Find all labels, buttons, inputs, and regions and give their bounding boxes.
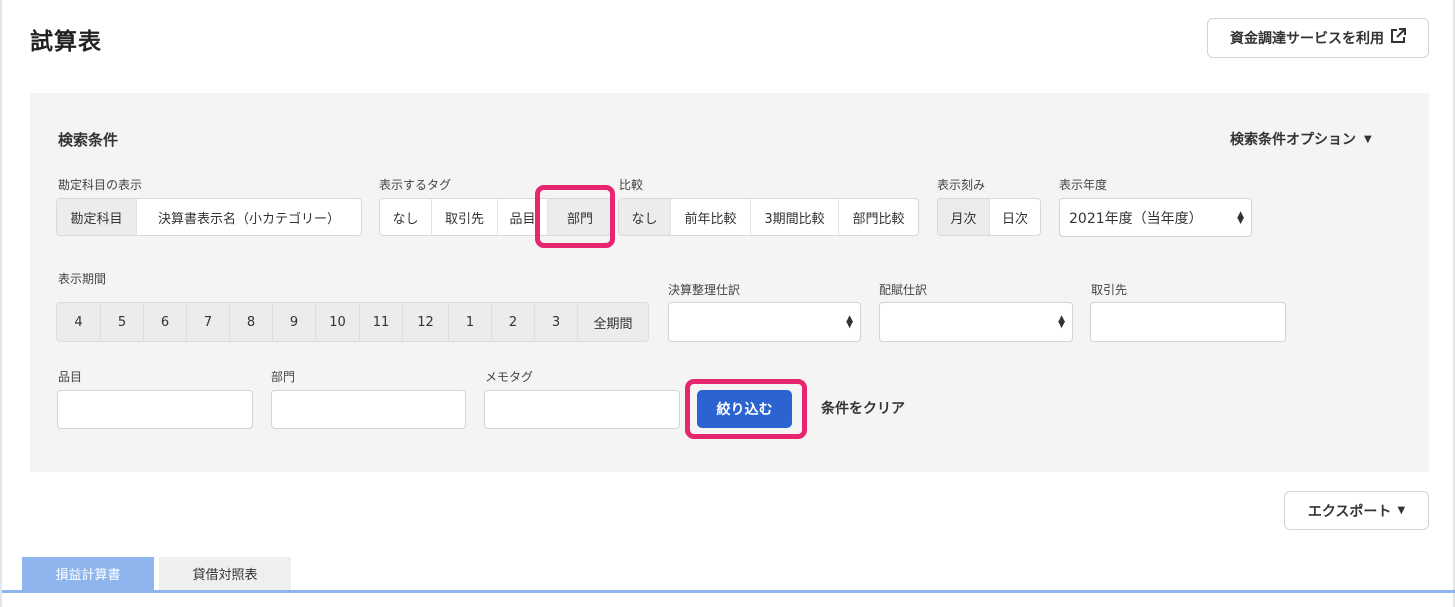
allocation-entry-label: 配賦仕訳 [879, 283, 928, 297]
display-tag-option-none[interactable]: なし [380, 199, 432, 235]
display-tag-label: 表示するタグ [379, 178, 452, 192]
select-caret-icon: ▲ ▼ [1058, 314, 1065, 330]
display-tag-option-department[interactable]: 部門 [548, 199, 612, 235]
department-input[interactable] [271, 390, 466, 429]
fiscal-year-value: 2021年度（当年度） [1069, 210, 1203, 227]
closing-entry-label: 決算整理仕訳 [668, 283, 741, 297]
display-tag-option-partner[interactable]: 取引先 [432, 199, 498, 235]
period-month-4[interactable]: 4 [57, 303, 101, 341]
allocation-entry-select[interactable]: ▲ ▼ [879, 302, 1073, 342]
period-month-1[interactable]: 1 [449, 303, 492, 341]
account-display-option-account[interactable]: 勘定科目 [57, 199, 137, 235]
account-display-toggle: 勘定科目 決算書表示名（小カテゴリー） [56, 198, 362, 236]
period-month-2[interactable]: 2 [492, 303, 535, 341]
search-panel: 検索条件 検索条件オプション ▼ 勘定科目の表示 勘定科目 決算書表示名（小カテ… [30, 93, 1429, 472]
interval-option-daily[interactable]: 日次 [990, 199, 1040, 235]
compare-label: 比較 [619, 178, 644, 192]
fiscal-year-select[interactable]: 2021年度（当年度） ▲ ▼ [1059, 198, 1252, 237]
period-month-7[interactable]: 7 [187, 303, 230, 341]
export-label: エクスポート [1307, 503, 1392, 520]
select-caret-icon: ▲ ▼ [846, 314, 853, 330]
fund-service-button[interactable]: 資金調達サービスを利用 [1207, 18, 1429, 58]
period-label: 表示期間 [58, 272, 107, 286]
memo-tag-input[interactable] [484, 390, 680, 429]
closing-entry-select[interactable]: ▲ ▼ [668, 302, 861, 342]
period-month-10[interactable]: 10 [316, 303, 360, 341]
period-month-8[interactable]: 8 [230, 303, 273, 341]
partner-input[interactable] [1090, 302, 1286, 342]
memo-tag-label: メモタグ [485, 370, 534, 384]
period-all[interactable]: 全期間 [578, 303, 648, 341]
compare-option-previous-year[interactable]: 前年比較 [671, 199, 751, 235]
filter-submit-button[interactable]: 絞り込む [697, 390, 792, 428]
item-label: 品目 [58, 370, 83, 384]
display-tag-option-item[interactable]: 品目 [498, 199, 548, 235]
page-title: 試算表 [30, 29, 102, 55]
interval-toggle: 月次 日次 [937, 198, 1041, 236]
period-selector: 4 5 6 7 8 9 10 11 12 1 2 3 全期間 [56, 302, 649, 342]
account-display-label: 勘定科目の表示 [58, 178, 143, 192]
search-options-label: 検索条件オプション [1230, 132, 1356, 148]
display-tag-toggle: なし 取引先 品目 部門 [379, 198, 613, 236]
tab-profit-loss[interactable]: 損益計算書 [22, 557, 154, 590]
period-month-6[interactable]: 6 [144, 303, 187, 341]
tab-balance-sheet[interactable]: 貸借対照表 [159, 557, 291, 590]
search-options-toggle[interactable]: 検索条件オプション ▼ [1230, 129, 1372, 149]
caret-down-icon: ▼ [1364, 133, 1372, 145]
export-button[interactable]: エクスポート ▼ [1284, 491, 1429, 530]
period-month-9[interactable]: 9 [273, 303, 316, 341]
department-label: 部門 [271, 370, 296, 384]
interval-option-monthly[interactable]: 月次 [938, 199, 990, 235]
fiscal-year-label: 表示年度 [1059, 178, 1108, 192]
partner-label: 取引先 [1091, 283, 1128, 297]
clear-conditions-link[interactable]: 条件をクリア [821, 398, 905, 418]
external-link-icon [1390, 28, 1406, 48]
compare-option-none[interactable]: なし [619, 199, 671, 235]
compare-option-three-periods[interactable]: 3期間比較 [751, 199, 839, 235]
compare-option-department[interactable]: 部門比較 [839, 199, 918, 235]
compare-toggle: なし 前年比較 3期間比較 部門比較 [618, 198, 919, 236]
fund-service-label: 資金調達サービスを利用 [1230, 31, 1384, 47]
account-display-option-statement[interactable]: 決算書表示名（小カテゴリー） [137, 199, 361, 235]
interval-label: 表示刻み [937, 178, 986, 192]
period-month-11[interactable]: 11 [360, 303, 403, 341]
period-month-12[interactable]: 12 [403, 303, 449, 341]
page: 試算表 資金調達サービスを利用 検索条件 検索条件オプション ▼ 勘定科目の表示… [0, 0, 1455, 607]
select-caret-icon: ▲ ▼ [1237, 209, 1244, 226]
search-panel-title: 検索条件 [58, 131, 119, 149]
period-month-3[interactable]: 3 [535, 303, 578, 341]
tab-underline [2, 590, 1455, 593]
caret-down-icon: ▼ [1397, 505, 1406, 516]
item-input[interactable] [57, 390, 253, 429]
period-month-5[interactable]: 5 [101, 303, 144, 341]
